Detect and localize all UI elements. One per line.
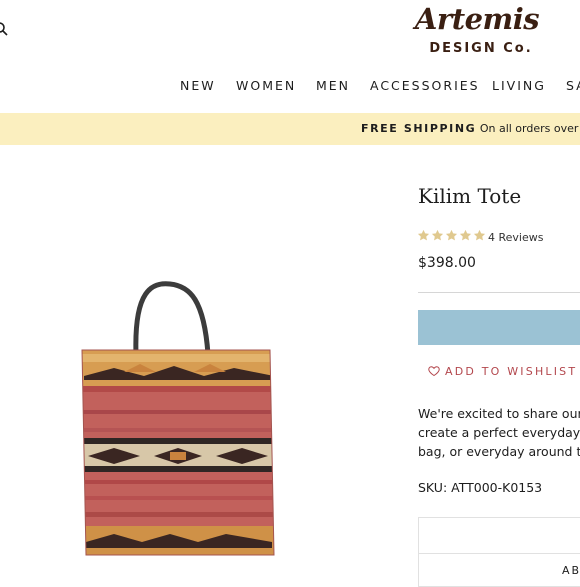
nav-item-men[interactable]: MEN bbox=[316, 77, 350, 95]
product-price: $398.00 bbox=[418, 255, 476, 271]
star-icon bbox=[445, 229, 458, 241]
logo-wordmark: Artemis bbox=[414, 2, 540, 36]
banner-text: FREE SHIPPING On all orders over $10 bbox=[361, 121, 580, 137]
accordion-divider bbox=[419, 553, 580, 554]
details-accordion[interactable]: AB bbox=[418, 517, 580, 587]
star-icon bbox=[459, 229, 472, 241]
banner-highlight: FREE SHIPPING bbox=[361, 122, 477, 135]
description-line: create a perfect everyday-siz bbox=[418, 425, 580, 440]
nav-item-women[interactable]: WOMEN bbox=[236, 77, 296, 95]
banner-detail: On all orders over $10 bbox=[479, 122, 580, 135]
nav-item-new[interactable]: NEW bbox=[180, 77, 216, 95]
product-title: Kilim Tote bbox=[418, 184, 522, 208]
brand-logo[interactable]: Artemis DESIGN Co. bbox=[402, 2, 552, 60]
nav-item-sale[interactable]: SA bbox=[566, 77, 580, 95]
nav-item-accessories[interactable]: ACCESSORIES bbox=[370, 77, 480, 95]
heart-icon bbox=[428, 366, 440, 377]
accordion-tab-label[interactable]: AB bbox=[562, 564, 580, 578]
nav-item-living[interactable]: LIVING bbox=[492, 77, 546, 95]
divider bbox=[418, 292, 580, 293]
add-to-cart-button[interactable] bbox=[418, 310, 580, 345]
wishlist-label: ADD TO WISHLIST bbox=[445, 365, 578, 378]
star-icon bbox=[473, 229, 486, 241]
description-line: bag, or everyday around tow bbox=[418, 444, 580, 459]
star-icon bbox=[417, 229, 430, 241]
product-sku: SKU: ATT000-K0153 bbox=[418, 480, 543, 495]
logo-subtitle: DESIGN Co. bbox=[429, 41, 533, 56]
reviews-link[interactable]: 4 Reviews bbox=[488, 231, 543, 245]
announcement-banner: FREE SHIPPING On all orders over $10 bbox=[0, 113, 580, 145]
product-image[interactable] bbox=[74, 280, 284, 580]
product-description: We're excited to share our n create a pe… bbox=[418, 404, 580, 461]
description-line: We're excited to share our n bbox=[418, 406, 580, 421]
star-icon bbox=[431, 229, 444, 241]
search-icon[interactable] bbox=[0, 22, 8, 36]
